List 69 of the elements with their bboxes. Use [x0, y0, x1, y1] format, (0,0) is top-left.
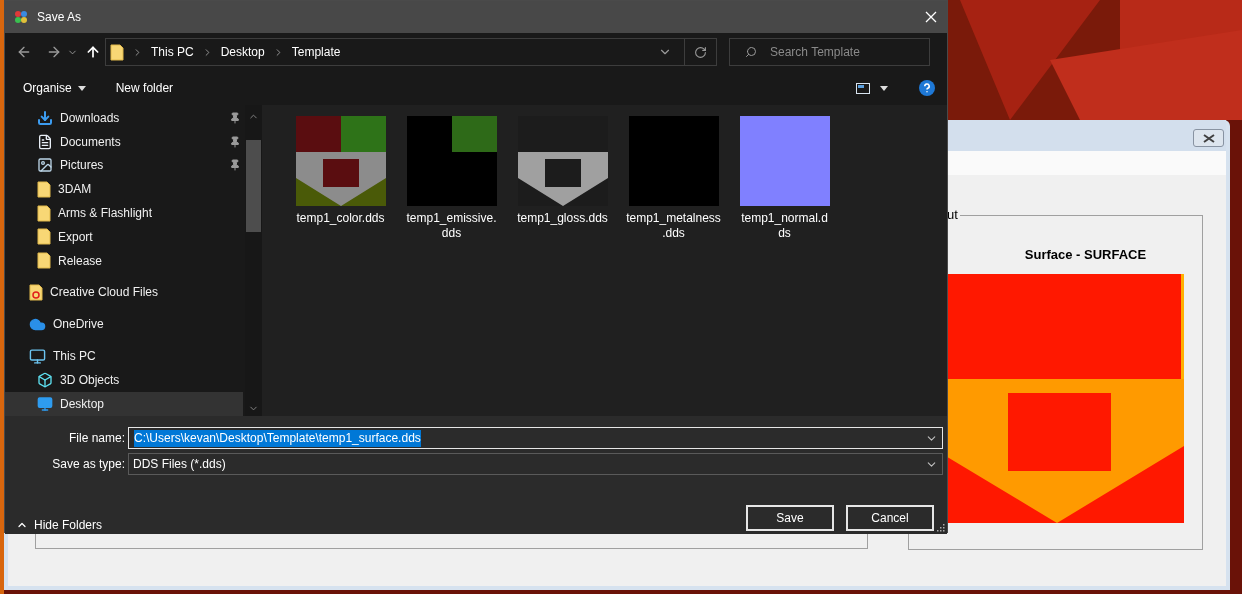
breadcrumb[interactable]: Template — [291, 43, 341, 61]
organise-button[interactable]: Organise — [23, 79, 86, 97]
up-icon[interactable] — [85, 44, 101, 60]
help-icon[interactable] — [919, 80, 935, 96]
file-name: temp1_color.dds — [296, 211, 385, 226]
computer-icon — [29, 347, 46, 365]
close-icon — [1202, 133, 1215, 143]
creative-cloud-folder-icon — [29, 283, 43, 301]
file-type-select[interactable]: DDS Files (*.dds) — [128, 453, 943, 475]
close-icon[interactable] — [925, 11, 937, 23]
folder-icon — [37, 180, 51, 198]
file-name-field[interactable]: C:\Users\kevan\Desktop\Template\temp1_surface.dds — [128, 427, 943, 449]
pictures-icon — [37, 157, 53, 174]
folder-icon — [37, 204, 51, 222]
file-name: temp1_normal.d ds — [741, 211, 828, 241]
cube-icon — [37, 372, 53, 389]
caret-icon — [77, 85, 86, 91]
file-item[interactable]: temp1_metalness .dds — [618, 116, 729, 241]
folder-icon — [37, 228, 51, 246]
preview-title: Surface - SURFACE — [1023, 246, 1148, 264]
file-name: temp1_emissive. dds — [406, 211, 497, 241]
breadcrumb[interactable]: This PC — [151, 43, 194, 61]
document-icon — [37, 133, 53, 150]
folder-icon — [110, 43, 124, 61]
file-item[interactable]: temp1_gloss.dds — [507, 116, 618, 226]
file-item[interactable]: temp1_normal.d ds — [729, 116, 840, 241]
pin-icon[interactable] — [229, 111, 241, 124]
sidebar-item[interactable]: Arms & Flashlight — [5, 201, 243, 225]
download-icon — [37, 109, 53, 126]
close-button[interactable] — [1193, 129, 1224, 147]
sidebar-item[interactable]: Export — [5, 224, 243, 249]
back-icon[interactable] — [16, 44, 32, 60]
pin-icon[interactable] — [229, 135, 241, 148]
resize-grip-icon[interactable] — [936, 523, 945, 532]
search-field[interactable]: Search Template — [729, 38, 930, 66]
search-icon — [745, 46, 757, 58]
sidebar-item[interactable]: Creative Cloud Files — [5, 280, 243, 305]
refresh-icon[interactable] — [694, 45, 707, 59]
forward-icon[interactable] — [46, 44, 62, 60]
scrollbar-thumb[interactable] — [246, 140, 261, 232]
new-folder-button[interactable]: New folder — [115, 79, 174, 97]
file-item[interactable]: temp1_color.dds — [285, 116, 396, 226]
app-icon — [13, 9, 29, 25]
view-icon — [856, 82, 870, 94]
view-options-button[interactable] — [856, 82, 888, 94]
folder-icon — [37, 252, 51, 270]
sidebar-item[interactable]: This PC — [5, 344, 243, 369]
sidebar-item[interactable]: Documents — [5, 129, 243, 154]
file-item[interactable]: temp1_emissive. dds — [396, 116, 507, 241]
window-title: Save As — [37, 9, 83, 26]
file-name: temp1_metalness .dds — [626, 211, 721, 241]
sidebar-item[interactable]: 3DAM — [5, 177, 243, 202]
field-label: Save as type: — [51, 456, 125, 473]
breadcrumb[interactable]: Desktop — [220, 43, 265, 61]
file-name: temp1_gloss.dds — [517, 211, 608, 226]
dialog-button[interactable]: Cancel — [846, 505, 934, 531]
pin-icon[interactable] — [229, 159, 241, 172]
hide-folders-button[interactable]: Hide Folders — [16, 516, 103, 534]
sidebar-item[interactable]: 3D Objects — [5, 368, 243, 393]
field-label: File name: — [67, 430, 125, 447]
sidebar-item[interactable]: Desktop — [5, 392, 243, 417]
dialog-button[interactable]: Save — [746, 505, 834, 531]
desktop-icon — [37, 396, 53, 413]
sidebar-item[interactable]: Pictures — [5, 153, 243, 178]
sidebar-item[interactable]: Release — [5, 248, 243, 273]
address-bar[interactable]: This PC Desktop Template — [105, 38, 717, 66]
sidebar-item[interactable]: OneDrive — [5, 312, 243, 337]
caret-icon — [880, 85, 888, 91]
sidebar-item[interactable]: Downloads — [5, 106, 243, 130]
